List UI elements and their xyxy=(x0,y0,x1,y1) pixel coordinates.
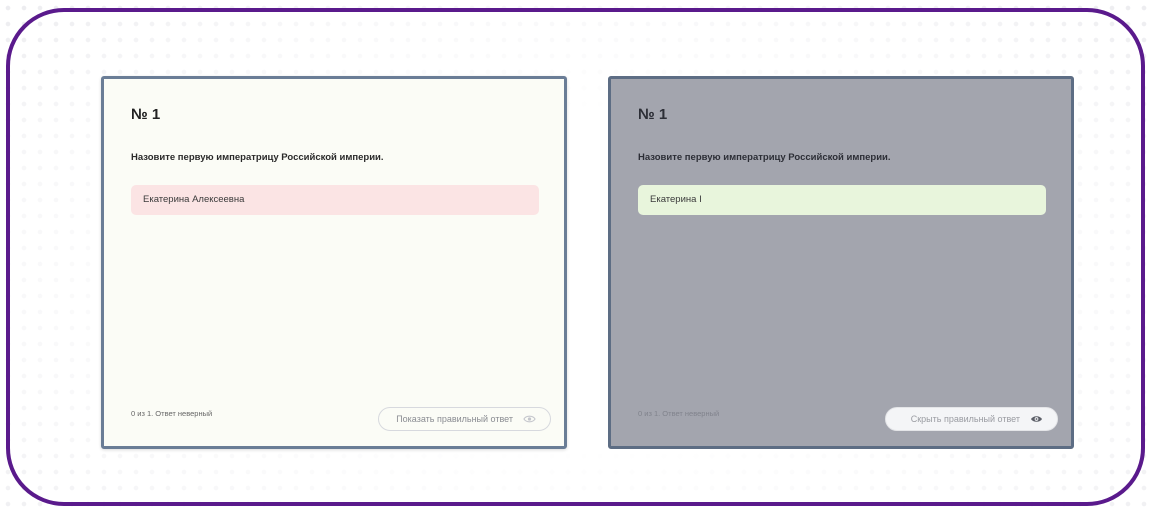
result-status: 0 из 1. Ответ неверный xyxy=(638,409,720,418)
toggle-label: Показать правильный ответ xyxy=(396,414,513,424)
eye-icon xyxy=(523,415,536,423)
user-answer-field: Екатерина Алексеевна xyxy=(131,185,539,215)
question-text: Назовите первую императрицу Российской и… xyxy=(638,152,891,163)
toggle-label: Скрыть правильный ответ xyxy=(910,414,1020,424)
result-status: 0 из 1. Ответ неверный xyxy=(131,409,213,418)
hide-correct-answer-button[interactable]: Скрыть правильный ответ xyxy=(885,407,1058,431)
question-number: № 1 xyxy=(131,106,161,123)
slide-canvas: № 1 Назовите первую императрицу Российск… xyxy=(0,0,1156,514)
quiz-card-incorrect: № 1 Назовите первую императрицу Российск… xyxy=(101,76,567,449)
quiz-card-correct-answer: № 1 Назовите первую императрицу Российск… xyxy=(608,76,1074,449)
question-number: № 1 xyxy=(638,106,668,123)
correct-answer-field: Екатерина I xyxy=(638,185,1046,215)
question-text: Назовите первую императрицу Российской и… xyxy=(131,152,384,163)
show-correct-answer-button[interactable]: Показать правильный ответ xyxy=(378,407,551,431)
eye-icon xyxy=(1030,416,1043,422)
